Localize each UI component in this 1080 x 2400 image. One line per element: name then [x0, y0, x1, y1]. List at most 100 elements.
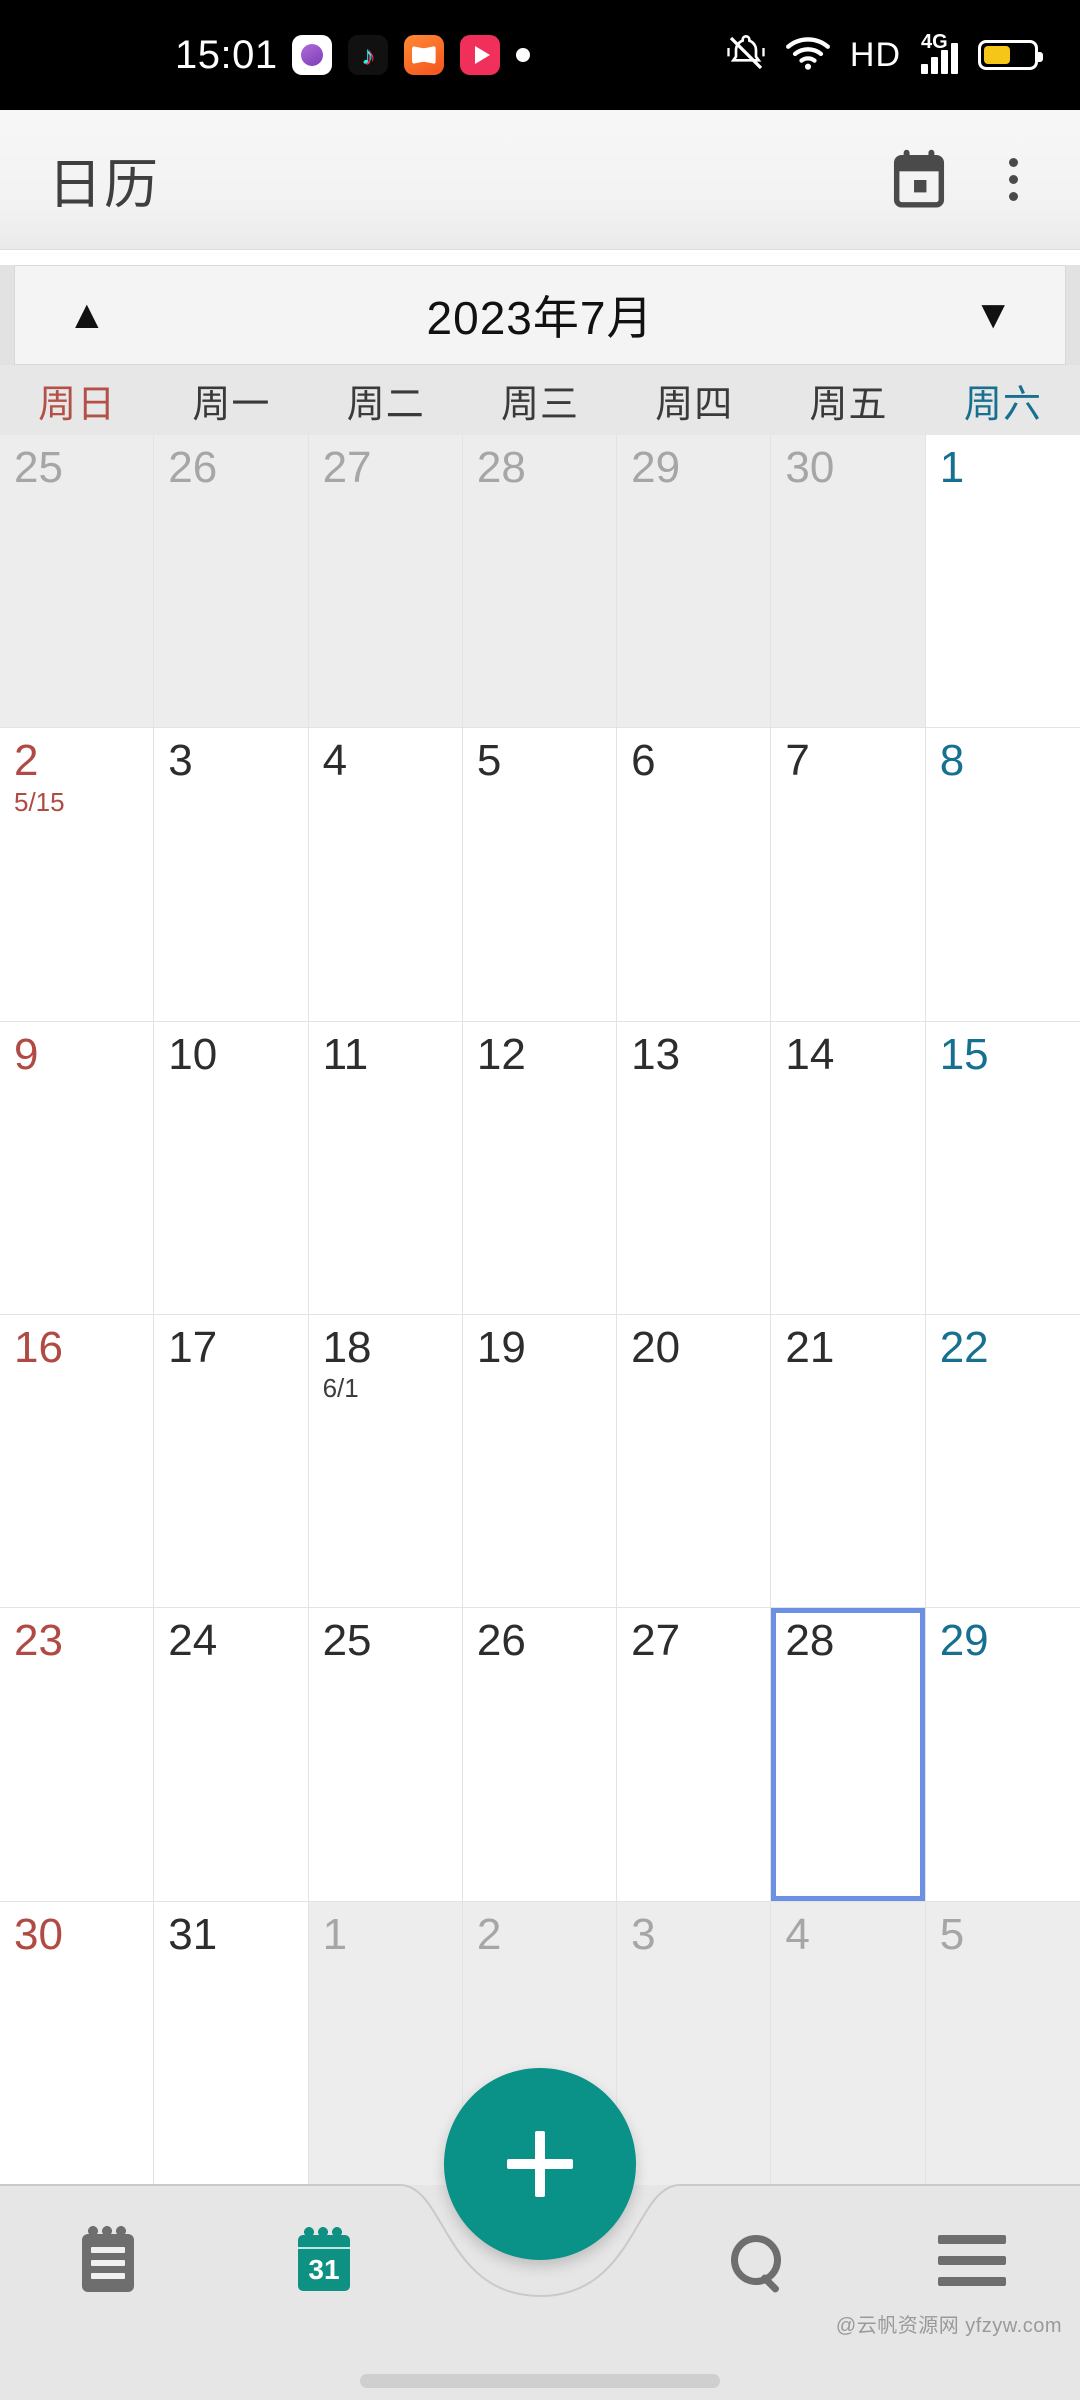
day-number: 3: [168, 736, 193, 786]
day-sub-label: 5/15: [14, 786, 65, 817]
day-sub-label: 6/1: [322, 1373, 359, 1404]
month-nav-wrapper: ▲ 2023年7月 ▼: [0, 265, 1080, 365]
calendar-day-cell[interactable]: 30: [771, 435, 926, 729]
day-number: 16: [14, 1323, 63, 1372]
calendar-day-cell[interactable]: 31: [154, 1901, 309, 2195]
wifi-icon: [785, 35, 830, 76]
day-number: 21: [785, 1323, 835, 1372]
calendar-day-cell[interactable]: 20: [617, 1315, 772, 1609]
kebab-dot-2: [1009, 175, 1018, 184]
calendar-day-cell[interactable]: 18 6/1: [308, 1315, 463, 1609]
calendar-day-cell[interactable]: 19: [462, 1315, 618, 1609]
day-number: 30: [14, 1909, 63, 1959]
calendar-day-cell[interactable]: 25: [308, 1608, 463, 1902]
day-number: 28: [476, 443, 526, 492]
tiktok-icon: [347, 35, 388, 75]
calendar-day-cell[interactable]: 27: [617, 1608, 772, 1902]
calendar-day-cell[interactable]: 25: [0, 435, 155, 729]
signal-bar-2: [931, 56, 938, 74]
weekday-header-cell: 周五: [809, 383, 888, 426]
menu-line-1: [938, 2234, 1006, 2244]
calendar-day-cell[interactable]: 29: [925, 1608, 1080, 1902]
day-number: 31: [168, 1909, 218, 1959]
weekday-header: 周日 周一 周二 周三 周四 周五 周六: [0, 365, 1080, 435]
calendar-day-cell[interactable]: 26: [462, 1608, 618, 1902]
calendar-day-cell[interactable]: 5: [925, 1901, 1080, 2195]
page-title: 日历: [48, 155, 160, 215]
notification-icons: [291, 35, 530, 75]
calendar-day-cell[interactable]: 24: [154, 1608, 309, 1902]
calendar-day-cell[interactable]: 3: [617, 1901, 772, 2195]
kebab-dot-3: [1009, 192, 1018, 201]
bottom-nav-item-search[interactable]: [648, 2231, 864, 2289]
search-icon: [727, 2231, 785, 2289]
day-number: 26: [168, 443, 218, 492]
calendar-day-cell[interactable]: 11: [308, 1021, 463, 1315]
calendar-day-cell[interactable]: 15: [925, 1021, 1080, 1315]
calendar-day-cell[interactable]: 6: [617, 728, 772, 1022]
menu-line-3: [938, 2276, 1006, 2286]
day-number: 23: [14, 1616, 63, 1666]
agenda-line-2: [91, 2260, 125, 2266]
calendar-day-cell[interactable]: 8: [925, 728, 1080, 1022]
app-bar-actions: [889, 149, 1032, 211]
calendar-day-cell[interactable]: 10: [154, 1021, 309, 1315]
status-bar: 15:01 HD 4G: [0, 0, 1080, 110]
bottom-nav-item-menu[interactable]: [864, 2234, 1080, 2286]
next-month-icon[interactable]: ▼: [973, 295, 1013, 335]
add-event-button[interactable]: [444, 2068, 636, 2260]
calendar-day-cell[interactable]: 26: [154, 435, 309, 729]
day-number: 22: [939, 1323, 989, 1372]
current-month-label[interactable]: 2023年7月: [427, 282, 654, 348]
day-number: 19: [476, 1323, 526, 1372]
signal-4g-icon: 4G: [921, 31, 958, 74]
bottom-nav-item-month[interactable]: 31: [216, 2227, 432, 2291]
calendar-day-cell[interactable]: 22: [925, 1315, 1080, 1609]
book-app-icon: [403, 35, 444, 75]
calendar-day-cell[interactable]: 13: [617, 1021, 772, 1315]
calendar-day-cell[interactable]: 4: [771, 1901, 926, 2195]
day-number: 14: [785, 1029, 835, 1079]
status-bar-left: 15:01: [175, 33, 530, 78]
day-number: 1: [322, 1909, 348, 1959]
calendar-day-cell[interactable]: 16: [0, 1315, 155, 1609]
day-number: 26: [476, 1616, 526, 1666]
calendar-day-cell[interactable]: 1: [308, 1901, 463, 2195]
calendar-day-cell[interactable]: 1: [925, 435, 1080, 729]
bottom-nav-item-agenda[interactable]: [0, 2226, 216, 2292]
calendar-day-cell[interactable]: 30: [0, 1901, 155, 2195]
calendar-today-icon[interactable]: [889, 149, 949, 211]
calendar-grid[interactable]: 25 26 27 28 29 30 1 2 5/15 3 4 5 6 7 8 9 10 11 12 13 14 15 16 1…: [0, 435, 1080, 2195]
calendar-day-cell[interactable]: 12: [462, 1021, 618, 1315]
weekday-header-cell: 周六: [963, 383, 1042, 426]
watermark: @云帆资源网 yfzyw.com: [835, 2315, 1062, 2337]
calendar-day-cell[interactable]: 28: [462, 435, 618, 729]
calendar-day-cell[interactable]: 17: [154, 1315, 309, 1609]
day-number: 10: [168, 1029, 218, 1079]
overflow-menu-icon[interactable]: [995, 150, 1032, 209]
day-number: 20: [631, 1323, 681, 1372]
day-number: 29: [631, 443, 681, 492]
prev-month-icon[interactable]: ▲: [67, 295, 107, 335]
calendar-day-cell[interactable]: 27: [308, 435, 463, 729]
calendar-day-cell[interactable]: 29: [617, 435, 772, 729]
calendar-day-cell[interactable]: 2 5/15: [0, 728, 155, 1022]
calendar-day-cell[interactable]: 14: [771, 1021, 926, 1315]
calendar-day-cell[interactable]: 23: [0, 1608, 155, 1902]
calendar-day-cell-selected[interactable]: 28: [771, 1608, 926, 1902]
calendar-day-cell[interactable]: 7: [771, 728, 926, 1022]
calendar-day-cell[interactable]: 5: [462, 728, 618, 1022]
calendar-day-cell[interactable]: 4: [308, 728, 463, 1022]
calendar-day-cell[interactable]: 21: [771, 1315, 926, 1609]
calendar-day-cell[interactable]: 9: [0, 1021, 155, 1315]
day-number: 4: [785, 1909, 810, 1959]
day-number: 4: [322, 736, 348, 786]
home-indicator[interactable]: [360, 2374, 720, 2388]
day-number: 1: [939, 443, 965, 492]
calendar-day-cell[interactable]: 3: [154, 728, 309, 1022]
day-number: 28: [785, 1616, 835, 1666]
network-type-label: 4G: [921, 30, 948, 53]
day-number: 18: [322, 1323, 372, 1372]
weekday-header-cell: 周四: [655, 383, 734, 426]
weekday-header-cell: 周日: [38, 383, 117, 426]
